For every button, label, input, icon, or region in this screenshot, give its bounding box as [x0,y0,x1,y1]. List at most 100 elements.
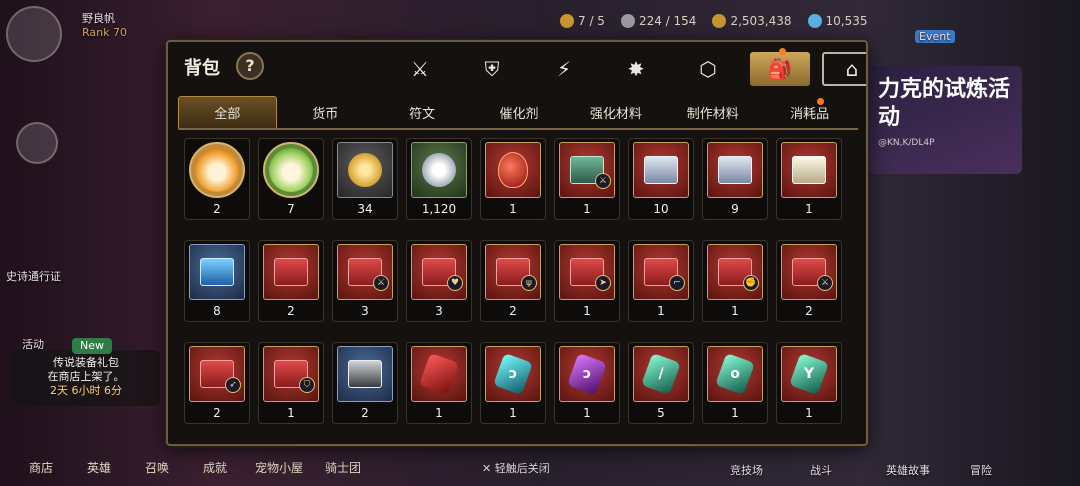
crystal-icon [807,14,822,28]
item-slot[interactable]: 2 [184,138,250,220]
item-slot[interactable]: 1 [406,342,472,424]
item-slot[interactable]: ➶ 2 [184,342,250,424]
tab-all[interactable]: 全部 [178,96,277,128]
item-quantity: 1 [509,406,517,420]
dice-icon[interactable]: ⬡ [678,52,738,86]
item-quantity: 7 [287,202,295,216]
nav-arena[interactable]: 竞技场 [730,462,763,478]
epic-pass-label[interactable]: 史诗通行证 [6,268,61,284]
teal-chest-icon: ⚔ [559,142,615,198]
gold-coin-icon [712,14,727,28]
red-chest-sword-icon: ⚔ [337,244,393,300]
notification-dot [817,98,825,105]
red-potion-icon [485,142,541,198]
energy-icon [620,14,635,28]
item-quantity: 1 [731,304,739,318]
nav-hero-story[interactable]: 英雄故事 [886,462,930,478]
item-slot[interactable]: 1 [776,138,842,220]
tab-runes[interactable]: 符文 [374,96,471,128]
nav-pet-house[interactable]: 宠物小屋 [252,459,306,476]
item-slot[interactable]: ɔ1 [554,342,620,424]
red-chest-heart-icon: ♥ [411,244,467,300]
inventory-panel: 背包 ? ⚔ ⛨ ⚡ ✸ ⬡ 🎒 ⌂ 全部 货币 符文 催化剂 强化材料 制作材… [166,40,868,446]
item-slot[interactable]: ɔ1 [480,342,546,424]
tab-currency[interactable]: 货币 [277,96,374,128]
item-quantity: 8 [213,304,221,318]
nav-achievements[interactable]: 成就 [194,459,236,476]
player-avatar[interactable] [6,6,62,62]
item-slot[interactable]: 9 [702,138,768,220]
item-quantity: 2 [805,304,813,318]
tab-enhance-materials[interactable]: 强化材料 [567,96,664,128]
item-quantity: 1 [657,304,665,318]
event-button[interactable]: Event [915,30,955,43]
item-quantity: 1 [731,406,739,420]
red-chest-arrow-icon: ➤ [559,244,615,300]
promo-card[interactable]: New 传说装备礼包 在商店上架了。 2天 6小时 6分 [12,338,160,406]
silver-chest-icon [707,142,763,198]
item-slot[interactable]: ψ2 [480,240,546,322]
nav-guild[interactable]: 骑士团 [322,459,364,476]
sword-shield-icon[interactable]: ⚔ [390,52,450,86]
item-slot[interactable]: ♥ 3 [406,240,472,322]
inventory-tabs: 全部 货币 符文 催化剂 强化材料 制作材料 消耗品 [178,96,858,130]
item-quantity: 5 [657,406,665,420]
nav-adventure[interactable]: 冒险 [970,462,992,478]
red-chest-icon [263,244,319,300]
event-banner[interactable]: 力克的试炼活动 @KN,K/DL4P [868,66,1022,174]
item-slot[interactable]: /5 [628,342,694,424]
item-slot[interactable]: ⚔ 2 [776,240,842,322]
red-rune-icon [411,346,467,402]
item-slot[interactable]: ⛉ 1 [258,342,324,424]
silver-lotus-icon [411,142,467,198]
teal-rune-icon: / [633,346,689,402]
stamina-icon [560,14,574,28]
orange-hamster-coin-icon [189,142,245,198]
backpack-icon[interactable]: 🎒 [750,48,810,86]
item-slot[interactable]: 7 [258,138,324,220]
item-quantity: 1 [583,304,591,318]
item-slot[interactable]: o1 [702,342,768,424]
item-quantity: 9 [731,202,739,216]
lightning-icon[interactable]: ⚡ [534,52,594,86]
item-slot[interactable]: ✊ 1 [702,240,768,322]
item-slot[interactable]: 2 [258,240,324,322]
nav-battle[interactable]: 战斗 [810,462,832,478]
nav-heroes[interactable]: 英雄 [78,459,120,476]
item-slot[interactable]: ➤ 1 [554,240,620,322]
item-slot[interactable]: ⚔ 3 [332,240,398,322]
item-slot[interactable]: 1 [480,138,546,220]
item-slot[interactable]: 1,120 [406,138,472,220]
banner-subtitle: @KN,K/DL4P [878,138,935,148]
crystal-stat: 10,535 [807,14,868,28]
resource-bar: 7 / 5 224 / 154 2,503,438 10,535 [560,8,960,34]
item-slot[interactable]: 34 [332,138,398,220]
category-icon-bar: ⚔ ⛨ ⚡ ✸ ⬡ 🎒 ⌂ [390,48,866,86]
help-button[interactable]: ? [236,52,264,80]
item-quantity: 1 [509,202,517,216]
chest-icon[interactable]: ⌂ [822,52,866,86]
tab-consumables[interactable]: 消耗品 [761,96,858,128]
tap-to-close-hint[interactable]: ✕ 轻触后关闭 [482,460,550,476]
notification-dot [779,48,786,55]
broken-shield-icon[interactable]: ⛨ [462,52,522,86]
hero-portrait[interactable] [16,122,58,164]
nav-summon[interactable]: 召唤 [136,459,178,476]
item-slot[interactable]: ⚔ 1 [554,138,620,220]
nav-shop[interactable]: 商店 [20,459,62,476]
burst-icon[interactable]: ✸ [606,52,666,86]
tab-catalysts[interactable]: 催化剂 [471,96,568,128]
teal-rune-icon: o [707,346,763,402]
red-chest-bow-icon: ➶ [189,346,245,402]
item-quantity: 34 [357,202,373,216]
tab-craft-materials[interactable]: 制作材料 [664,96,761,128]
red-chest-trident-icon: ψ [485,244,541,300]
gold-lotus-icon [337,142,393,198]
item-slot[interactable]: 2 [332,342,398,424]
item-quantity: 1 [583,406,591,420]
item-slot[interactable]: 8 [184,240,250,322]
item-slot[interactable]: 10 [628,138,694,220]
item-slot[interactable]: Y1 [776,342,842,424]
item-quantity: 1 [583,202,591,216]
item-slot[interactable]: ⌐ 1 [628,240,694,322]
